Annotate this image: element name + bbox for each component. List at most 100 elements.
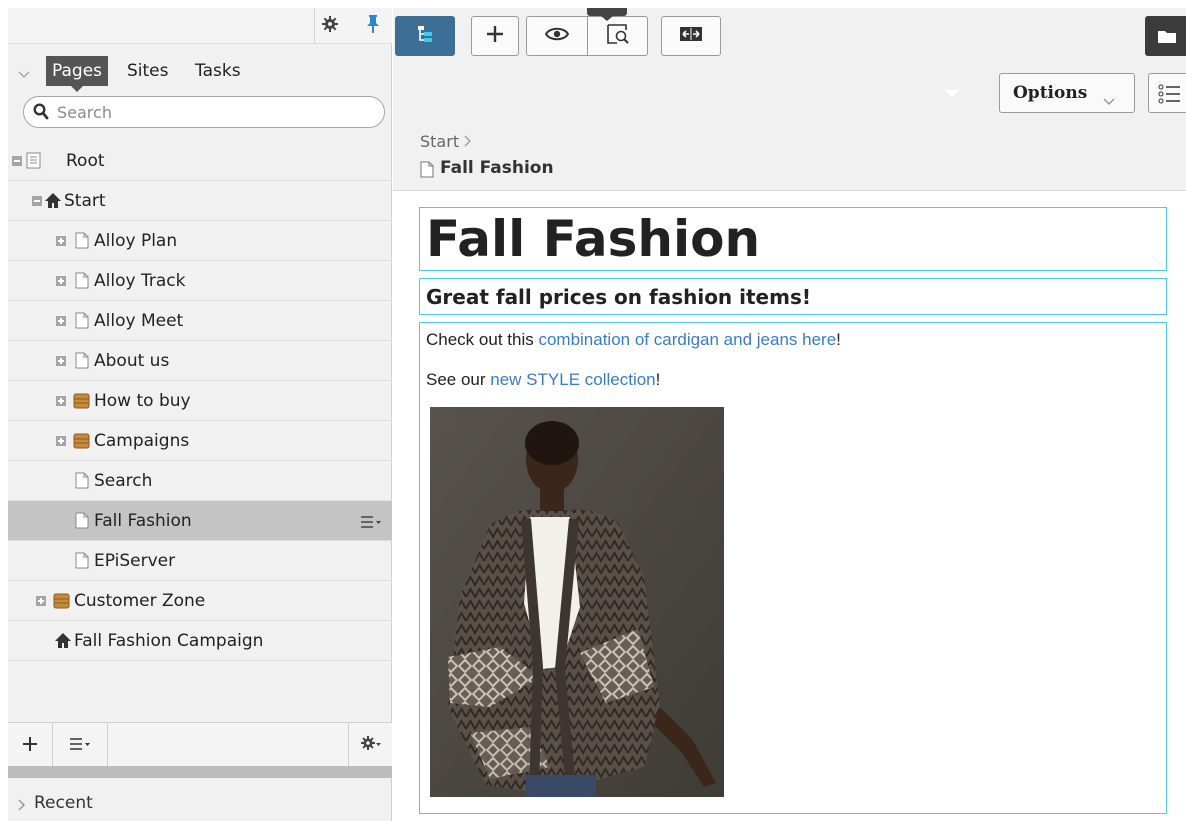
page-icon xyxy=(75,552,89,574)
search-field[interactable] xyxy=(23,96,385,128)
preview-button[interactable] xyxy=(527,17,587,55)
home-icon xyxy=(44,192,62,214)
navigation-pane-toolbar xyxy=(8,722,392,767)
collapse-toggle-icon[interactable] xyxy=(32,196,42,206)
tree-node-label: Search xyxy=(94,471,153,491)
recent-section-header[interactable]: Recent xyxy=(8,786,392,821)
dropdown-arrow-icon xyxy=(945,90,959,97)
tree-node-episerver[interactable]: EPiServer xyxy=(8,541,392,581)
preview-search-icon xyxy=(606,23,630,49)
navigation-pane-header xyxy=(8,8,392,44)
body-paragraph: Check out this combination of cardigan a… xyxy=(426,330,841,350)
tree-node-about-us[interactable]: About us xyxy=(8,341,392,381)
tooltip-indicator xyxy=(587,8,627,21)
home-icon xyxy=(54,632,72,654)
navigation-tabs: Pages Sites Tasks xyxy=(8,52,392,92)
plus-icon xyxy=(23,736,37,755)
paragraph-text: See our xyxy=(426,370,491,389)
create-new-button[interactable] xyxy=(471,16,519,56)
cardigan-jeans-link[interactable]: combination of cardigan and jeans here xyxy=(538,330,836,349)
breadcrumb: Start xyxy=(420,132,472,151)
body-paragraph: See our new STYLE collection! xyxy=(426,370,660,390)
options-button[interactable]: Options xyxy=(999,73,1135,113)
page-details-button[interactable] xyxy=(1148,73,1186,113)
tree-node-alloy-plan[interactable]: Alloy Plan xyxy=(8,221,392,261)
paragraph-text: ! xyxy=(655,370,661,389)
view-mode-toggle xyxy=(526,16,648,56)
list-menu-icon xyxy=(69,736,91,755)
tree-node-search[interactable]: Search xyxy=(8,461,392,501)
container-icon xyxy=(73,432,90,454)
page-icon xyxy=(75,512,89,534)
navigation-pane: Pages Sites Tasks Root Start xyxy=(8,8,392,821)
folder-icon xyxy=(1157,28,1177,48)
tree-node-alloy-track[interactable]: Alloy Track xyxy=(8,261,392,301)
paragraph-text: ! xyxy=(836,330,841,349)
gear-dropdown-icon xyxy=(360,735,382,755)
tree-node-fall-fashion-campaign[interactable]: Fall Fashion Campaign xyxy=(8,621,392,661)
tree-node-label: Alloy Plan xyxy=(94,231,178,251)
page-icon xyxy=(75,272,89,294)
heading-block[interactable]: Fall Fashion xyxy=(419,207,1167,271)
tree-structure-icon xyxy=(415,24,435,48)
container-icon xyxy=(73,392,90,414)
tree-node-fall-fashion[interactable]: Fall Fashion xyxy=(8,501,392,541)
tree-node-start[interactable]: Start xyxy=(8,181,392,221)
page-icon xyxy=(75,472,89,494)
fashion-model-image xyxy=(430,407,724,797)
breadcrumb-start-link[interactable]: Start xyxy=(420,132,459,151)
tab-sites[interactable]: Sites xyxy=(121,56,175,86)
collapse-toggle-icon[interactable] xyxy=(12,156,22,166)
tab-pages[interactable]: Pages xyxy=(46,56,109,92)
chevron-down-icon[interactable] xyxy=(18,64,30,83)
assets-pane-button[interactable] xyxy=(1145,16,1186,56)
tree-node-campaigns[interactable]: Campaigns xyxy=(8,421,392,461)
page-icon xyxy=(75,312,89,334)
pane-splitter[interactable] xyxy=(8,766,392,778)
compare-view-button[interactable] xyxy=(588,17,648,55)
toggle-navigation-pane-button[interactable] xyxy=(395,16,455,56)
expand-toggle-icon[interactable] xyxy=(56,276,66,286)
context-menu-icon[interactable] xyxy=(360,514,382,534)
gear-icon xyxy=(321,16,338,36)
tree-settings-button[interactable] xyxy=(349,723,392,767)
expand-toggle-icon[interactable] xyxy=(36,596,46,606)
tree-node-label: About us xyxy=(94,351,170,371)
chevron-right-icon xyxy=(18,796,26,816)
page-icon xyxy=(75,232,89,254)
tree-menu-button[interactable] xyxy=(53,723,107,767)
toggle-layout-button[interactable] xyxy=(661,16,721,56)
tree-node-label: EPiServer xyxy=(94,551,176,571)
page-title-text: Fall Fashion xyxy=(440,158,554,178)
tree-node-root[interactable]: Root xyxy=(8,141,392,181)
list-icon xyxy=(1158,83,1180,109)
tab-tasks[interactable]: Tasks xyxy=(189,56,247,86)
tree-node-label: Fall Fashion Campaign xyxy=(74,631,264,651)
editing-toolbar: Options Start Fall Fashion xyxy=(393,8,1186,191)
expand-toggle-icon[interactable] xyxy=(56,356,66,366)
tree-node-alloy-meet[interactable]: Alloy Meet xyxy=(8,301,392,341)
tree-node-label: How to buy xyxy=(94,391,191,411)
expand-toggle-icon[interactable] xyxy=(56,436,66,446)
main-body-block[interactable]: Check out this combination of cardigan a… xyxy=(419,322,1167,814)
add-page-button[interactable] xyxy=(8,723,52,767)
tree-node-label: Alloy Meet xyxy=(94,311,184,331)
eye-icon xyxy=(544,26,570,46)
on-page-edit-area: Fall Fashion Great fall prices on fashio… xyxy=(393,192,1186,821)
plus-icon xyxy=(486,25,504,47)
style-collection-link[interactable]: new STYLE collection xyxy=(490,370,655,389)
expand-toggle-icon[interactable] xyxy=(56,396,66,406)
subheading-block[interactable]: Great fall prices on fashion items! xyxy=(419,278,1167,315)
tree-node-label: Start xyxy=(64,191,106,211)
pane-settings-button[interactable] xyxy=(314,8,344,44)
expand-toggle-icon[interactable] xyxy=(56,236,66,246)
tree-node-label: Root xyxy=(66,151,105,171)
search-icon xyxy=(33,103,49,125)
search-input[interactable] xyxy=(57,101,367,123)
tree-node-label: Campaigns xyxy=(94,431,190,451)
page-heading: Fall Fashion xyxy=(426,210,761,268)
expand-toggle-icon[interactable] xyxy=(56,316,66,326)
pin-pane-button[interactable] xyxy=(358,8,388,44)
tree-node-customer-zone[interactable]: Customer Zone xyxy=(8,581,392,621)
tree-node-how-to-buy[interactable]: How to buy xyxy=(8,381,392,421)
